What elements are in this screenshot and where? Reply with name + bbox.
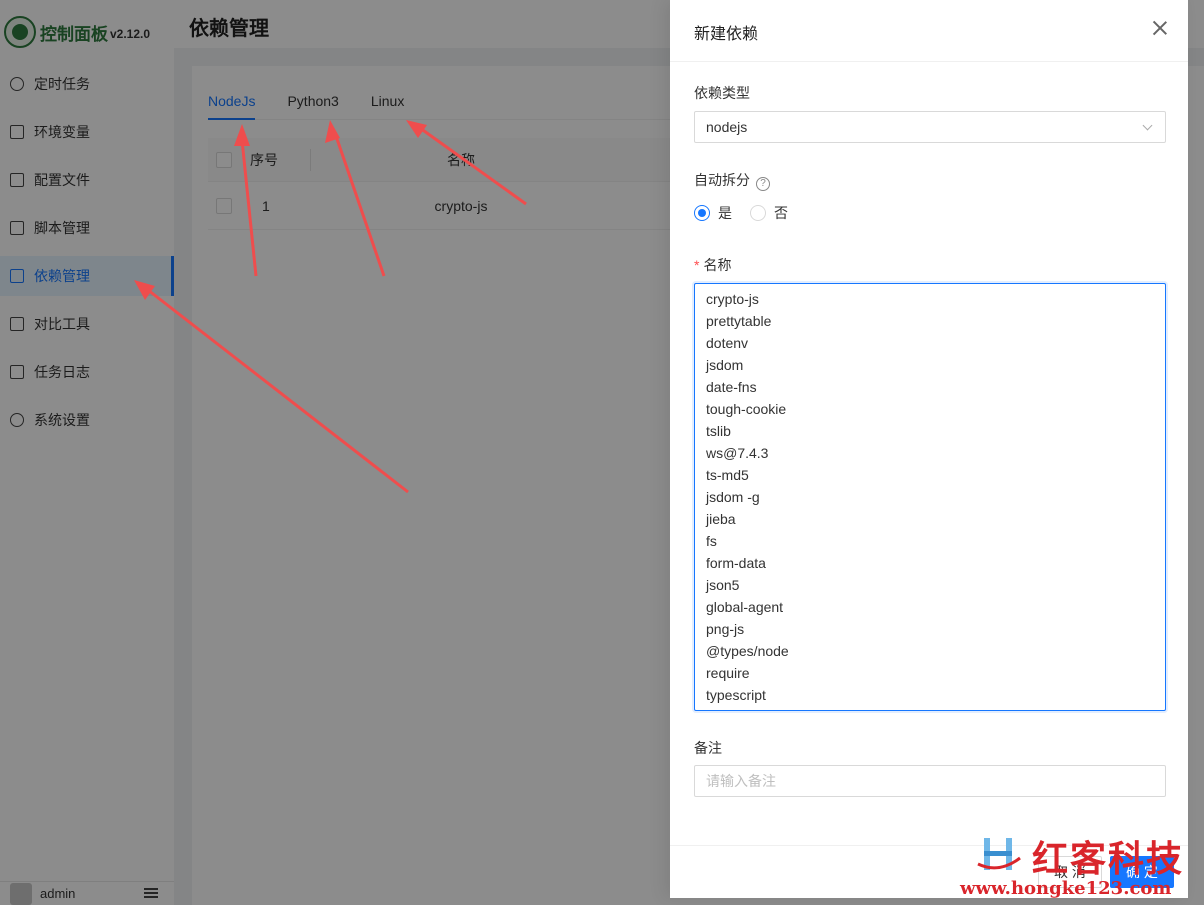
radio-label: 否 (774, 205, 788, 221)
remark-input[interactable] (694, 765, 1166, 797)
textarea-line: fs (706, 533, 717, 549)
textarea-line: ts-md5 (706, 467, 749, 483)
textarea-line: png-js (706, 621, 745, 637)
close-icon[interactable] (1152, 20, 1168, 36)
textarea-line: ws@7.4.3 (706, 445, 769, 461)
type-label: 依赖类型 (694, 85, 750, 101)
help-icon[interactable]: ? (756, 177, 770, 191)
radio-checked-icon (694, 205, 710, 221)
name-label-row: * 名称 (694, 255, 731, 275)
required-mark: * (694, 257, 700, 273)
drawer-title: 新建依赖 (694, 26, 759, 43)
split-radio-no[interactable]: 否 (750, 203, 788, 223)
textarea-line: jsdom -g (706, 489, 760, 505)
watermark-brand: 红客科技 (1032, 839, 1185, 880)
textarea-line: jieba (706, 511, 736, 527)
radio-unchecked-icon (750, 205, 766, 221)
radio-label: 是 (718, 205, 732, 221)
watermark-logo-icon (977, 838, 1021, 870)
new-dependency-drawer: 新建依赖 依赖类型 nodejs 自动拆分? 是 否 * 名称 crypto-js… (670, 0, 1188, 898)
textarea-line: crypto-js (706, 291, 759, 307)
textarea-line: date-fns (706, 379, 757, 395)
textarea-line: @types/node (706, 643, 789, 659)
name-label: 名称 (703, 257, 732, 273)
textarea-line: tough-cookie (706, 401, 787, 417)
remark-label: 备注 (694, 740, 722, 756)
split-radio-yes[interactable]: 是 (694, 203, 732, 223)
textarea-line: require (706, 665, 750, 681)
textarea-line: tslib (706, 423, 731, 439)
watermark: 红客科技 www.hongke123.com (960, 832, 1200, 902)
dependency-type-value: nodejs (706, 119, 748, 135)
textarea-line: typescript (706, 687, 766, 703)
split-label: 自动拆分 (694, 172, 750, 188)
textarea-line: global-agent (706, 599, 784, 615)
watermark-url: www.hongke123.com (960, 878, 1172, 899)
textarea-line: json5 (706, 577, 740, 593)
split-radio-group: 是 否 (694, 203, 806, 223)
textarea-line: jsdom (706, 357, 744, 373)
split-label-row: 自动拆分? (694, 170, 770, 191)
textarea-line: prettytable (706, 313, 772, 329)
chevron-down-icon (1142, 120, 1153, 131)
drawer-header: 新建依赖 (670, 0, 1188, 62)
dependency-type-select[interactable]: nodejs (694, 111, 1166, 143)
name-textarea[interactable]: crypto-js prettytable dotenv jsdom date-fns t… (694, 283, 1166, 711)
textarea-line: dotenv (706, 335, 749, 351)
textarea-line: form-data (706, 555, 766, 571)
